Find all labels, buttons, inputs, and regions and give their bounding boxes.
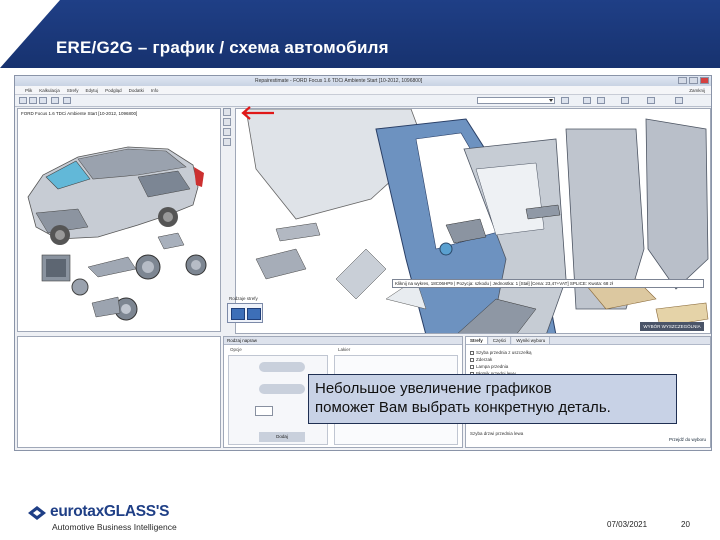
zoom-icon[interactable] [63,97,71,104]
tab-strefy[interactable]: Strefy [466,337,488,344]
menu-bar: Plik Kalkulacja Strefy Edytuj Podgląd Do… [15,86,711,95]
search-dropdown[interactable] [477,97,555,104]
zoom-out-icon[interactable] [223,118,231,126]
print-icon[interactable] [51,97,59,104]
menu-item-plik[interactable]: Plik [25,88,32,93]
slide-date: 07/03/2021 [607,520,648,529]
reset-view-icon[interactable] [223,138,231,146]
options-column-label: Opcje [230,347,242,352]
window-title: Repairestimate - FORD Focus 1.6 TDCi Amb… [255,78,423,84]
part-info-bar: Kliknij na wykres, 18C06HP9 | Pozycja: s… [392,279,704,288]
minimize-button[interactable] [678,77,687,84]
settings-icon[interactable] [621,97,629,104]
red-arrow-icon [241,106,274,120]
calculator-icon[interactable] [647,97,655,104]
zoom-in-icon[interactable] [223,108,231,116]
tab-wyniki[interactable]: Wyniki wyboru [512,337,551,344]
back-icon[interactable] [583,97,591,104]
checkbox-icon[interactable] [470,350,474,355]
bottom-left-panel [17,336,221,448]
menu-item-kalkulacja[interactable]: Kalkulacja [39,88,60,93]
zone-option-icon[interactable] [247,308,261,320]
select-part-button[interactable]: WYBÓR WYSZCZEGÓLNIA [640,322,704,331]
window-titlebar: Repairestimate - FORD Focus 1.6 TDCi Amb… [15,76,711,86]
tree-item[interactable]: Zderzak [470,356,706,363]
checkbox-icon[interactable] [470,364,474,369]
tree-item[interactable]: Szyba przednia z uszczelką [470,349,706,356]
window-controls [678,77,709,84]
parts-diagram-pane: Kliknij na wykres, 18C06HP9 | Pozycja: s… [235,108,711,334]
repair-type-header: Rodzaj napraw [224,337,462,345]
repair-option[interactable] [259,362,305,372]
close-button[interactable] [700,77,709,84]
pan-icon[interactable] [223,128,231,136]
diagram-toolbar [223,108,233,168]
logo-tagline: Automotive Business Intelligence [52,522,177,532]
tree-item-label: Szyba przednia z uszczelką [476,350,532,355]
tab-czesci[interactable]: Części [488,337,512,344]
export-icon[interactable] [675,97,683,104]
zones-tabs: Strefy Części Wyniki wyboru [466,337,710,345]
callout-box: Небольшое увеличение графиков поможет Ва… [308,374,677,424]
tree-item[interactable]: Lampa przednia [470,363,706,370]
new-icon[interactable] [19,97,27,104]
tree-item-label: Lampa przednia [476,364,509,369]
callout-line-1: Небольшое увеличение графиков [315,380,552,397]
zone-options-label: Rodzaje strefy [229,296,258,301]
exploded-car-illustration[interactable] [18,117,220,331]
menu-item-podglad[interactable]: Podgląd [105,88,122,93]
save-icon[interactable] [39,97,47,104]
logo-mark-icon [28,506,46,520]
header-corner-shape [0,0,60,68]
tree-bottom-item[interactable]: Szyba drzwi przednia lewa [470,431,523,436]
open-icon[interactable] [29,97,37,104]
quantity-stepper[interactable] [255,406,273,416]
menu-item-info[interactable]: Info [151,88,159,93]
checkbox-icon[interactable] [470,357,474,362]
forward-icon[interactable] [597,97,605,104]
menu-item-strefy[interactable]: Strefy [67,88,79,93]
zone-option-icon[interactable] [231,308,245,320]
zoomed-body-diagram[interactable] [236,109,711,334]
paint-column-label: Lakier [338,347,351,352]
menu-item-zamknij[interactable]: Zamknij [689,88,705,93]
choose-button[interactable]: Przejdź do wyboru [669,437,706,442]
company-logo: eurotaxGLASS'S Automotive Business Intel… [28,503,198,537]
slide-title: ERE/G2G – график / схема автомобиля [56,38,389,57]
callout-line-2: поможет Вам выбрать конкретную деталь. [315,399,611,416]
repair-option[interactable] [259,384,305,394]
vehicle-overview-pane: FORD Focus 1.6 TDCi Ambiente Start [10-2… [17,108,221,332]
slide-page-number: 20 [681,520,690,529]
toolbar [15,95,711,107]
search-icon[interactable] [561,97,569,104]
add-button[interactable]: Dodaj [259,432,305,442]
zone-options-box: Rodzaje strefy [227,296,263,323]
logo-wordmark: eurotaxGLASS'S [50,503,170,520]
model-label: FORD Focus 1.6 TDCi Ambiente Start [10-2… [21,111,138,116]
menu-item-dodatki[interactable]: Dodatki [129,88,144,93]
menu-item-edytuj[interactable]: Edytuj [86,88,99,93]
maximize-button[interactable] [689,77,698,84]
tree-item-label: Zderzak [476,357,493,362]
